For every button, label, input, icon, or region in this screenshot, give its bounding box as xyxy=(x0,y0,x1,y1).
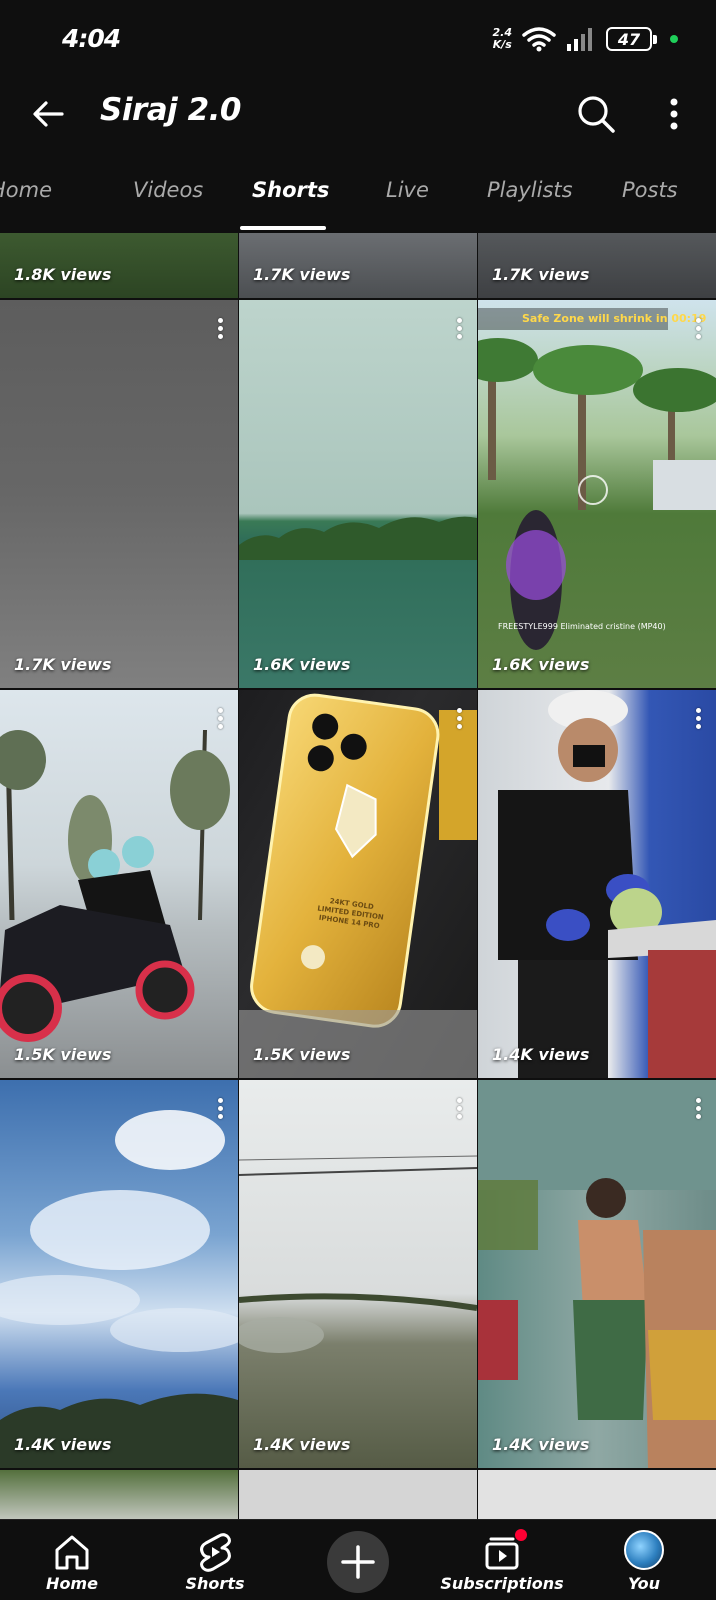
short-thumbnail[interactable]: 1.7K views xyxy=(239,233,477,298)
channel-title: Siraj 2.0 xyxy=(100,92,242,128)
status-icons: 2.4 K/s 47 xyxy=(492,26,678,52)
view-count: 1.6K views xyxy=(492,655,590,674)
tab-videos[interactable]: Videos xyxy=(133,178,203,202)
short-thumbnail[interactable]: 1.8K views xyxy=(0,233,238,298)
view-count: 1.4K views xyxy=(253,1435,351,1454)
nav-shorts[interactable]: Shorts xyxy=(145,1520,285,1600)
nav-you-label: You xyxy=(628,1574,660,1593)
create-button[interactable] xyxy=(327,1531,389,1593)
short-menu-icon[interactable] xyxy=(457,318,463,340)
game-zone-banner: Safe Zone will shrink in 00:19 xyxy=(522,312,707,325)
nav-shorts-label: Shorts xyxy=(185,1574,245,1593)
view-count: 1.4K views xyxy=(492,1435,590,1454)
avatar xyxy=(624,1530,664,1570)
view-count: 1.7K views xyxy=(492,265,590,284)
nav-home-label: Home xyxy=(46,1574,98,1593)
short-thumbnail[interactable] xyxy=(478,1470,716,1519)
motorbike-scene-art xyxy=(0,729,230,1042)
view-count: 1.7K views xyxy=(14,655,112,674)
short-thumbnail[interactable]: 1.6K views xyxy=(239,300,477,688)
short-menu-icon[interactable] xyxy=(696,1098,702,1120)
short-thumbnail[interactable]: 1.5K views xyxy=(0,690,238,1078)
gold-phone-art xyxy=(239,693,477,1078)
short-thumbnail[interactable]: 1.7K views xyxy=(478,233,716,298)
signal-icon xyxy=(567,28,592,51)
short-menu-icon[interactable] xyxy=(457,1098,463,1120)
short-thumbnail[interactable] xyxy=(239,1470,477,1519)
tab-live[interactable]: Live xyxy=(386,178,429,202)
view-count: 1.4K views xyxy=(14,1435,112,1454)
kitchen-scene-art xyxy=(498,690,716,1078)
view-count: 1.8K views xyxy=(14,265,112,284)
wifi-icon xyxy=(522,27,556,52)
short-menu-icon[interactable] xyxy=(218,1098,224,1120)
short-thumbnail[interactable]: 24KT GOLD LIMITED EDITION IPHONE 14 PRO … xyxy=(239,690,477,1078)
short-thumbnail[interactable]: 1.4K views xyxy=(478,690,716,1078)
tab-posts[interactable]: Posts xyxy=(622,178,678,202)
short-menu-icon[interactable] xyxy=(696,708,702,730)
game-kill-feed: FREESTYLE999 Eliminated cristine (MP40) xyxy=(498,622,666,631)
view-count: 1.6K views xyxy=(253,655,351,674)
active-tab-indicator xyxy=(240,226,326,230)
plus-icon xyxy=(341,1545,375,1579)
short-menu-icon[interactable] xyxy=(218,708,224,730)
short-thumbnail[interactable]: Safe Zone will shrink in 00:19 FREESTYLE… xyxy=(478,300,716,688)
short-thumbnail[interactable]: 1.4K views xyxy=(0,1080,238,1468)
short-menu-icon[interactable] xyxy=(696,318,702,340)
tab-home[interactable]: Home xyxy=(0,178,52,202)
search-icon[interactable] xyxy=(574,92,618,136)
nav-you[interactable]: You xyxy=(574,1520,714,1600)
charging-indicator xyxy=(670,35,678,43)
short-thumbnail[interactable]: 1.4K views xyxy=(239,1080,477,1468)
short-thumbnail[interactable]: 1.4K views xyxy=(478,1080,716,1468)
status-bar: 4:04 2.4 K/s 47 xyxy=(0,0,716,82)
shorts-grid: 1.8K views 1.7K views 1.7K views 1.7K vi… xyxy=(0,233,716,1519)
channel-header: Siraj 2.0 xyxy=(0,82,716,148)
view-count: 1.5K views xyxy=(14,1045,112,1064)
view-count: 1.5K views xyxy=(253,1045,351,1064)
field-scene-art xyxy=(239,1155,477,1353)
treeline-art xyxy=(239,516,477,560)
nav-subscriptions-label: Subscriptions xyxy=(440,1574,564,1593)
nav-home[interactable]: Home xyxy=(2,1520,142,1600)
sky-scene-art xyxy=(0,1110,238,1468)
short-thumbnail[interactable]: 1.7K views xyxy=(0,300,238,688)
view-count: 1.4K views xyxy=(492,1045,590,1064)
back-arrow-icon[interactable] xyxy=(28,94,68,134)
more-options-icon[interactable] xyxy=(660,94,688,134)
battery-icon: 47 xyxy=(606,27,657,51)
status-time: 4:04 xyxy=(62,24,121,53)
shorts-icon xyxy=(200,1533,231,1572)
room-scene-art xyxy=(478,1080,716,1468)
tab-shorts[interactable]: Shorts xyxy=(252,178,329,202)
short-menu-icon[interactable] xyxy=(457,708,463,730)
short-menu-icon[interactable] xyxy=(218,318,224,340)
short-thumbnail[interactable] xyxy=(0,1470,238,1519)
tab-playlists[interactable]: Playlists xyxy=(487,178,573,202)
channel-tabs: Home Videos Shorts Live Playlists Posts xyxy=(0,148,716,232)
home-icon xyxy=(55,1535,89,1570)
notification-dot xyxy=(515,1529,527,1541)
nav-subscriptions[interactable]: Subscriptions xyxy=(432,1520,572,1600)
network-speed: 2.4 K/s xyxy=(492,26,513,51)
bottom-navigation: Home Shorts Subscriptions You xyxy=(0,1519,716,1600)
view-count: 1.7K views xyxy=(253,265,351,284)
